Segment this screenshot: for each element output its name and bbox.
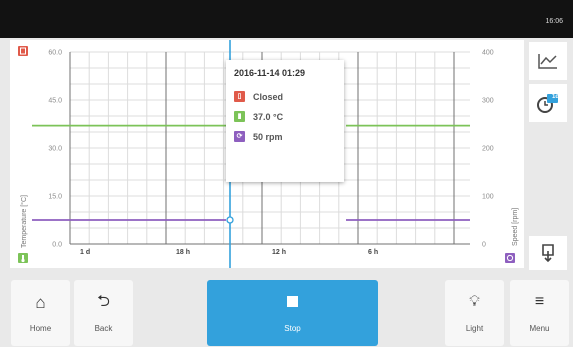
door-icon (18, 46, 28, 56)
time-range-button[interactable]: 1d (529, 84, 567, 122)
tooltip-timestamp: 2016-11-14 01:29 (234, 68, 306, 78)
x-tick-label: 12 h (272, 249, 286, 256)
y-tick-label-right: 400 (482, 50, 494, 57)
export-button[interactable] (529, 236, 567, 270)
tooltip-speed: 50 rpm (253, 131, 283, 142)
light-label: Light (465, 324, 484, 333)
tooltip-temperature: 37.0 °C (253, 111, 284, 122)
home-label: Home (29, 324, 52, 333)
tooltip-row-temperature: ▮ 37.0 °C (234, 110, 283, 123)
stop-label: Stop (284, 324, 301, 333)
home-button[interactable]: ⌂ Home (11, 280, 70, 346)
home-icon: ⌂ (35, 293, 46, 312)
back-label: Back (94, 324, 113, 333)
y-tick-label-left: 0.0 (52, 242, 62, 249)
y-tick-label-left: 15.0 (48, 194, 62, 201)
menu-label: Menu (529, 324, 550, 333)
menu-icon: ≡ (534, 293, 545, 310)
y-ticks-left: 60.0 45.0 30.0 15.0 0.0 (48, 50, 62, 249)
data-tooltip: 2016-11-14 01:29 ▯ Closed ▮ 37.0 °C ⟳ 50… (226, 60, 344, 182)
back-icon: ⮌ (97, 293, 110, 310)
download-icon (542, 244, 554, 263)
y-tick-label-right: 200 (482, 146, 494, 153)
chart-view-button[interactable] (529, 42, 567, 80)
stop-icon (287, 296, 298, 307)
stop-button[interactable]: Stop (207, 280, 378, 346)
y-axis-title-right: Speed [rpm] (512, 208, 519, 246)
y-tick-label-right: 0 (482, 242, 486, 249)
tooltip-door-status: Closed (253, 91, 284, 102)
line-chart-icon (538, 54, 557, 69)
y-tick-label-right: 100 (482, 194, 494, 201)
menu-button[interactable]: ≡ Menu (510, 280, 569, 346)
time-range-badge: 1d (552, 94, 560, 100)
back-button[interactable]: ⮌ Back (74, 280, 133, 346)
clock-time: 16:06 (545, 18, 563, 25)
rotation-icon (505, 253, 515, 263)
y-axis-title-left: Temperature [°C] (20, 195, 28, 248)
thermometer-icon: ▮ (234, 111, 245, 122)
thermometer-icon (18, 253, 28, 263)
tooltip-row-speed: ⟳ 50 rpm (234, 130, 283, 143)
y-tick-label-left: 60.0 (48, 50, 62, 57)
y-ticks-right: 400 300 200 100 0 (482, 50, 494, 249)
door-icon: ▯ (234, 91, 245, 102)
y-tick-label-left: 45.0 (48, 98, 62, 105)
x-tick-labels: 1 d 18 h 12 h 6 h (80, 249, 378, 256)
status-bar: 16:06 (0, 0, 573, 38)
lightbulb-icon: 💡︎ (469, 293, 480, 310)
y-tick-label-right: 300 (482, 98, 494, 105)
x-tick-label: 6 h (368, 249, 378, 256)
cursor-marker-speed (226, 216, 234, 224)
rotation-icon: ⟳ (234, 131, 245, 142)
x-tick-label: 18 h (176, 249, 190, 256)
x-tick-label: 1 d (80, 249, 90, 256)
light-button[interactable]: 💡︎ Light (445, 280, 504, 346)
y-tick-label-left: 30.0 (48, 146, 62, 153)
tooltip-row-door: ▯ Closed (234, 90, 283, 103)
